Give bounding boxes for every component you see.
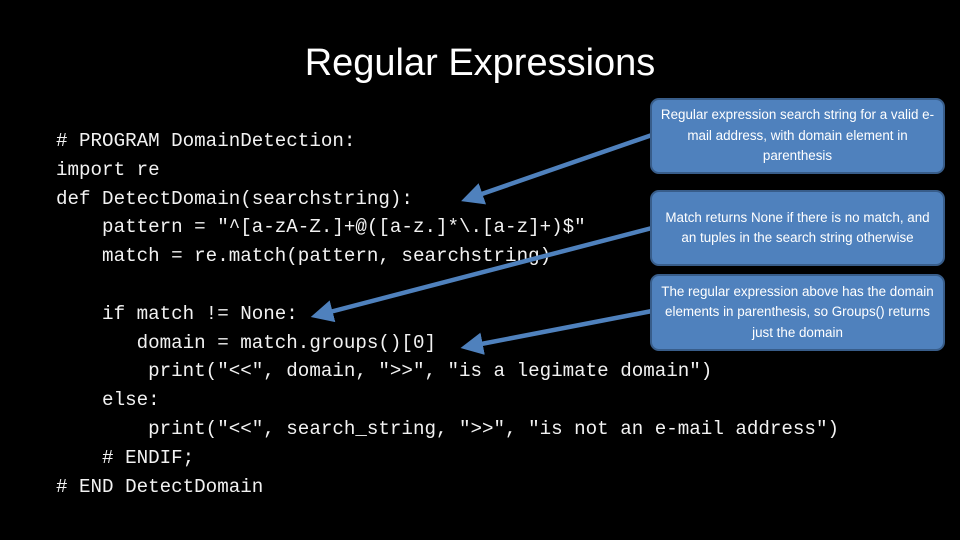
callout-text: The regular expression above has the dom… (661, 283, 934, 340)
callout-match-returns: Match returns None if there is no match,… (650, 190, 945, 266)
code-line: # END DetectDomain (56, 475, 264, 498)
callout-regex-pattern: Regular expression search string for a v… (650, 98, 945, 174)
code-line: else: (56, 389, 160, 412)
code-line: print("<<", search_string, ">>", "is not… (56, 417, 839, 440)
callout-text: Match returns None if there is no match,… (665, 209, 930, 246)
callout-text: Regular expression search string for a v… (660, 107, 935, 164)
callout-groups: The regular expression above has the dom… (650, 274, 945, 351)
code-line: # ENDIF; (56, 446, 195, 469)
slide-title: Regular Expressions (304, 42, 656, 84)
code-line: print("<<", domain, ">>", "is a legimate… (56, 360, 713, 383)
